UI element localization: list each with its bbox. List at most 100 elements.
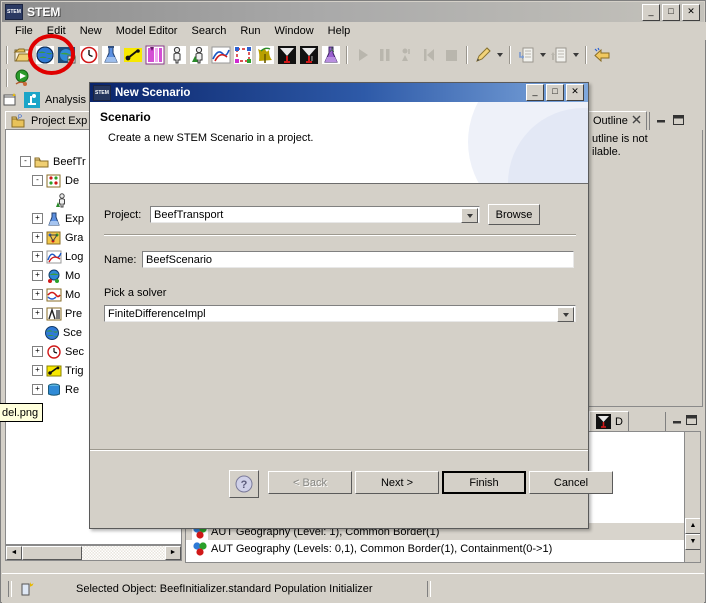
tree-expander[interactable]: + xyxy=(32,384,43,395)
microscope-icon[interactable] xyxy=(24,91,40,108)
menu-help[interactable]: Help xyxy=(321,24,358,38)
pencil-dropdown-caret-icon[interactable] xyxy=(494,46,505,64)
finish-button[interactable]: Finish xyxy=(442,471,526,494)
new-analysis-flask-icon[interactable]: A xyxy=(321,45,341,65)
file-tooltip: del.png xyxy=(0,403,43,422)
tree-expander[interactable]: - xyxy=(32,175,43,186)
new-population-model-icon[interactable] xyxy=(189,45,209,65)
tree-expander[interactable]: + xyxy=(32,251,43,262)
new-graph-icon[interactable] xyxy=(57,45,77,65)
step-icon[interactable] xyxy=(397,45,417,65)
dialog-minimize-button[interactable]: _ xyxy=(526,84,544,101)
dialog-title: New Scenario xyxy=(115,86,191,99)
menu-edit[interactable]: Edit xyxy=(40,24,73,38)
tree-item-label: Mo xyxy=(65,269,81,282)
rewind-icon[interactable] xyxy=(419,45,439,65)
list-item[interactable]: AUT Geography (Levels: 0,1), Common Bord… xyxy=(186,540,700,557)
chevron-down-icon[interactable] xyxy=(557,307,574,322)
tree-item-label: Trig xyxy=(65,364,84,377)
export-icon[interactable] xyxy=(549,45,569,65)
solver-combo[interactable]: FiniteDifferenceImpl xyxy=(104,305,576,322)
tree-expander[interactable]: + xyxy=(32,213,43,224)
tree-expander[interactable]: + xyxy=(32,289,43,300)
chevron-down-icon[interactable] xyxy=(461,208,478,223)
maximize-icon[interactable] xyxy=(672,114,684,128)
menu-file[interactable]: File xyxy=(8,24,40,38)
new-infector-icon[interactable] xyxy=(255,45,275,65)
maximize-button[interactable]: □ xyxy=(662,3,680,21)
project-tree-hscrollbar[interactable]: ◄ ► xyxy=(5,545,182,561)
perspective-tab-analysis[interactable]: Analysis xyxy=(41,92,90,107)
scroll-left-button[interactable]: ◄ xyxy=(6,546,22,560)
run-scenario-icon[interactable] xyxy=(13,68,33,88)
browse-button[interactable]: Browse xyxy=(488,204,540,225)
scroll-down-button[interactable]: ▼ xyxy=(685,534,700,550)
name-input[interactable]: BeefScenario xyxy=(142,251,574,268)
tree-expander[interactable]: - xyxy=(20,156,31,167)
dialog-description: Create a new STEM Scenario in a project. xyxy=(108,132,314,144)
scroll-thumb[interactable] xyxy=(22,546,82,560)
new-logger-icon[interactable] xyxy=(211,45,231,65)
new-disease-icon[interactable]: I xyxy=(299,45,319,65)
outline-message: utline is not ilable. xyxy=(587,130,703,407)
new-population-icon[interactable] xyxy=(167,45,187,65)
new-experiment-flask-icon[interactable] xyxy=(101,45,121,65)
tab-decorators[interactable]: D xyxy=(589,411,629,431)
new-perspective-icon[interactable] xyxy=(3,92,19,108)
cancel-button[interactable]: Cancel xyxy=(529,471,613,494)
menu-model-editor[interactable]: Model Editor xyxy=(109,24,185,38)
tree-expander[interactable]: + xyxy=(32,270,43,281)
tree-expander[interactable]: + xyxy=(32,365,43,376)
play-icon[interactable] xyxy=(353,45,373,65)
svg-text:P: P xyxy=(18,115,22,121)
export-dropdown-caret-icon[interactable] xyxy=(570,46,581,64)
close-icon[interactable] xyxy=(632,115,641,127)
new-predicate-icon[interactable] xyxy=(145,45,165,65)
minimize-icon[interactable] xyxy=(672,416,683,428)
back-arrow-icon[interactable] xyxy=(592,45,612,65)
open-folder-icon[interactable] xyxy=(13,45,33,65)
menu-run[interactable]: Run xyxy=(233,24,267,38)
maximize-icon[interactable] xyxy=(686,415,697,428)
perspective-label: Analysis xyxy=(45,93,86,106)
pencil-icon[interactable] xyxy=(473,45,493,65)
tree-expander[interactable]: + xyxy=(32,232,43,243)
new-decorator-icon[interactable] xyxy=(277,45,297,65)
pause-icon[interactable] xyxy=(375,45,395,65)
tree-item-label: Exp xyxy=(65,212,84,225)
close-button[interactable]: ✕ xyxy=(682,3,700,21)
debug-icon[interactable] xyxy=(35,68,55,88)
new-model-icon[interactable] xyxy=(233,45,253,65)
window-titlebar: STEM STEM _ □ ✕ xyxy=(2,2,704,22)
stop-icon[interactable] xyxy=(441,45,461,65)
menu-new[interactable]: New xyxy=(73,24,109,38)
tab-outline[interactable]: Outline xyxy=(587,111,647,130)
new-sequencer-clock-icon[interactable] xyxy=(79,45,99,65)
new-trigger-icon[interactable] xyxy=(123,45,143,65)
tree-expander[interactable]: + xyxy=(32,346,43,357)
tree-expander[interactable]: + xyxy=(32,308,43,319)
menu-search[interactable]: Search xyxy=(184,24,233,38)
decorators-vscrollbar[interactable]: ▲ ▼ xyxy=(684,432,700,562)
help-icon[interactable]: ? xyxy=(229,470,259,498)
dialog-maximize-button[interactable]: □ xyxy=(546,84,564,101)
scroll-up-button[interactable]: ▲ xyxy=(685,518,700,534)
import-icon[interactable] xyxy=(516,45,536,65)
tree-item-label: Sec xyxy=(65,345,84,358)
project-combo[interactable]: BeefTransport xyxy=(150,206,480,223)
import-dropdown-caret-icon[interactable] xyxy=(537,46,548,64)
minimize-icon[interactable] xyxy=(656,115,667,127)
status-separator-right xyxy=(426,580,431,597)
back-button[interactable]: < Back xyxy=(268,471,352,494)
minimize-button[interactable]: _ xyxy=(642,3,660,21)
toolbar-separator-5 xyxy=(585,45,587,64)
menu-window[interactable]: Window xyxy=(268,24,321,38)
dialog-heading: Scenario xyxy=(100,110,151,124)
scroll-track[interactable] xyxy=(22,546,165,560)
next-button[interactable]: Next > xyxy=(355,471,439,494)
name-value: BeefScenario xyxy=(146,253,213,266)
scroll-right-button[interactable]: ► xyxy=(165,546,181,560)
dialog-close-button[interactable]: ✕ xyxy=(566,84,584,101)
project-explorer-icon: P xyxy=(11,114,26,129)
new-scenario-globe-icon[interactable] xyxy=(35,45,55,65)
